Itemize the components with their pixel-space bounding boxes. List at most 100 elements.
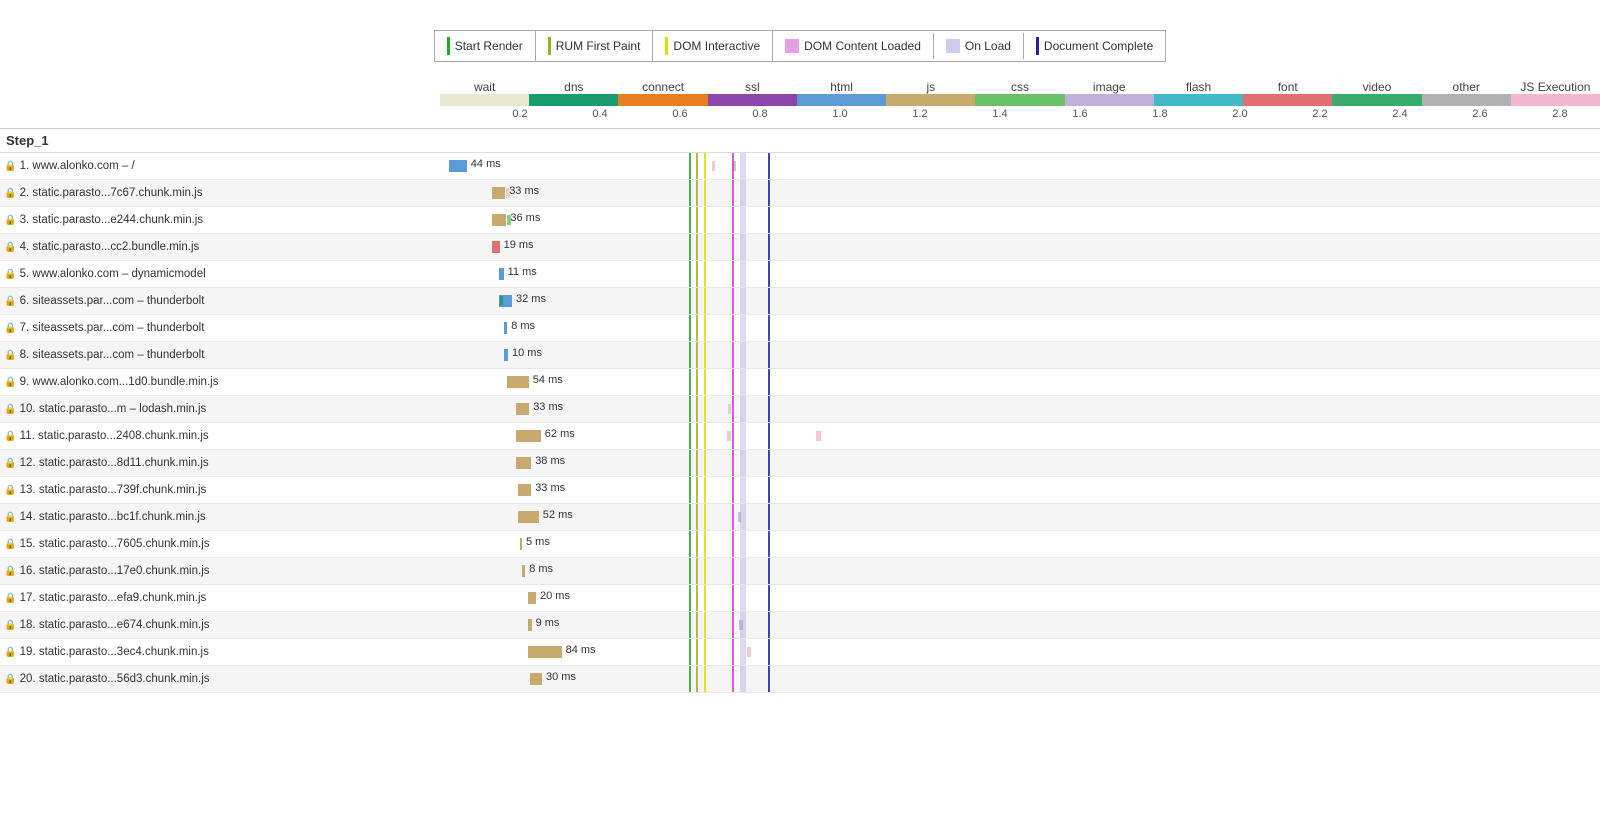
legend-item-dom-interactive: DOM Interactive <box>653 31 773 61</box>
request-label-cell: 🔒 4. static.parasto...cc2.bundle.min.js <box>0 234 440 261</box>
vertical-line-document-complete <box>768 396 770 422</box>
ms-label: 62 ms <box>545 428 575 440</box>
axis-label: 1.0 <box>832 108 847 120</box>
vertical-line-rum-first-paint <box>696 369 698 395</box>
vertical-line-document-complete <box>768 288 770 314</box>
vertical-line-on-load <box>740 342 746 368</box>
vertical-line-on-load <box>740 531 746 557</box>
type-name-image: image <box>1065 80 1154 94</box>
ms-label: 32 ms <box>516 293 546 305</box>
vertical-line-start-render <box>689 639 691 665</box>
ms-label: 33 ms <box>509 185 539 197</box>
table-row: 🔒 10. static.parasto...m – lodash.min.js… <box>0 396 1600 423</box>
request-label-cell: 🔒 13. static.parasto...739f.chunk.min.js <box>0 477 440 504</box>
vertical-line-rum-first-paint <box>696 342 698 368</box>
request-label-cell: 🔒 14. static.parasto...bc1f.chunk.min.js <box>0 504 440 531</box>
vertical-line-on-load <box>740 396 746 422</box>
chart-cell: 9 ms <box>440 612 1600 639</box>
timing-bar <box>504 322 507 334</box>
vertical-line-dom-interactive <box>704 666 706 692</box>
extra-marker <box>728 404 731 414</box>
vertical-line-start-render <box>689 315 691 341</box>
vertical-line-start-render <box>689 666 691 692</box>
vertical-line-dom-content-loaded <box>732 504 734 530</box>
vertical-line-on-load <box>740 234 746 260</box>
table-row: 🔒 13. static.parasto...739f.chunk.min.js… <box>0 477 1600 504</box>
timing-bar <box>516 457 531 469</box>
type-color-dns <box>529 94 618 106</box>
legend-item-document-complete: Document Complete <box>1024 31 1165 61</box>
request-label-cell: 🔒 5. www.alonko.com – dynamicmodel <box>0 261 440 288</box>
chart-cell: 32 ms <box>440 288 1600 315</box>
vertical-line-dom-interactive <box>704 612 706 638</box>
table-row: 🔒 16. static.parasto...17e0.chunk.min.js… <box>0 558 1600 585</box>
timing-bar <box>522 565 525 577</box>
vertical-line-rum-first-paint <box>696 612 698 638</box>
vertical-line-rum-first-paint <box>696 423 698 449</box>
vertical-line-rum-first-paint <box>696 261 698 287</box>
type-name-video: video <box>1332 80 1421 94</box>
vertical-line-on-load <box>740 153 746 179</box>
timing-bar <box>504 349 508 361</box>
request-label-cell: 🔒 20. static.parasto...56d3.chunk.min.js <box>0 666 440 693</box>
chart-cell: 33 ms <box>440 477 1600 504</box>
waterfall-container: 0.20.40.60.81.01.21.41.61.82.02.22.42.62… <box>0 106 1600 693</box>
table-row: 🔒 3. static.parasto...e244.chunk.min.js3… <box>0 207 1600 234</box>
vertical-line-on-load <box>740 207 746 233</box>
vertical-line-dom-content-loaded <box>732 369 734 395</box>
vertical-line-dom-content-loaded <box>732 450 734 476</box>
lock-icon: 🔒 <box>4 593 16 604</box>
vertical-line-rum-first-paint <box>696 396 698 422</box>
vertical-line-start-render <box>689 504 691 530</box>
vertical-line-dom-interactive <box>704 315 706 341</box>
chart-cell: 54 ms <box>440 369 1600 396</box>
chart-cell: 33 ms <box>440 180 1600 207</box>
type-name-ssl: ssl <box>708 80 797 94</box>
timing-bar <box>516 430 541 442</box>
axis-label: 2.0 <box>1232 108 1247 120</box>
legend-swatch <box>1036 37 1039 55</box>
type-color-js <box>886 94 975 106</box>
legend-swatch <box>785 39 799 53</box>
vertical-line-dom-content-loaded <box>732 477 734 503</box>
extra-marker <box>727 431 730 441</box>
axis-label: 2.6 <box>1472 108 1487 120</box>
axis-label: 0.2 <box>512 108 527 120</box>
request-label-cell: 🔒 10. static.parasto...m – lodash.min.js <box>0 396 440 423</box>
lock-icon: 🔒 <box>4 458 16 469</box>
timing-bar <box>499 268 503 280</box>
vertical-line-rum-first-paint <box>696 531 698 557</box>
vertical-line-start-render <box>689 450 691 476</box>
timing-bar <box>507 376 529 388</box>
type-name-js: js <box>886 80 975 94</box>
axis-label: 2.8 <box>1552 108 1567 120</box>
step-label: Step_1 <box>0 129 1600 153</box>
request-label-cell: 🔒 15. static.parasto...7605.chunk.min.js <box>0 531 440 558</box>
vertical-line-document-complete <box>768 531 770 557</box>
type-name-js-execution: JS Execution <box>1511 80 1600 94</box>
type-name-html: html <box>797 80 886 94</box>
lock-icon: 🔒 <box>4 620 16 631</box>
timing-bar <box>492 187 505 199</box>
table-row: 🔒 12. static.parasto...8d11.chunk.min.js… <box>0 450 1600 477</box>
vertical-line-start-render <box>689 612 691 638</box>
axis-label: 2.4 <box>1392 108 1407 120</box>
vertical-line-start-render <box>689 288 691 314</box>
type-legend: waitdnsconnectsslhtmljscssimageflashfont… <box>0 80 1600 106</box>
type-name-connect: connect <box>618 80 707 94</box>
request-label-cell: 🔒 12. static.parasto...8d11.chunk.min.js <box>0 450 440 477</box>
chart-cell: 84 ms <box>440 639 1600 666</box>
vertical-line-rum-first-paint <box>696 153 698 179</box>
vertical-line-on-load <box>740 423 746 449</box>
vertical-line-dom-content-loaded <box>732 234 734 260</box>
vertical-line-start-render <box>689 477 691 503</box>
timing-bar <box>518 511 539 523</box>
vertical-line-on-load <box>740 666 746 692</box>
extra-marker <box>816 431 821 441</box>
vertical-line-dom-content-loaded <box>732 612 734 638</box>
timing-bar <box>528 619 532 631</box>
timing-bar <box>449 160 467 172</box>
vertical-line-document-complete <box>768 153 770 179</box>
request-label-cell: 🔒 6. siteassets.par...com – thunderbolt <box>0 288 440 315</box>
vertical-line-on-load <box>740 315 746 341</box>
